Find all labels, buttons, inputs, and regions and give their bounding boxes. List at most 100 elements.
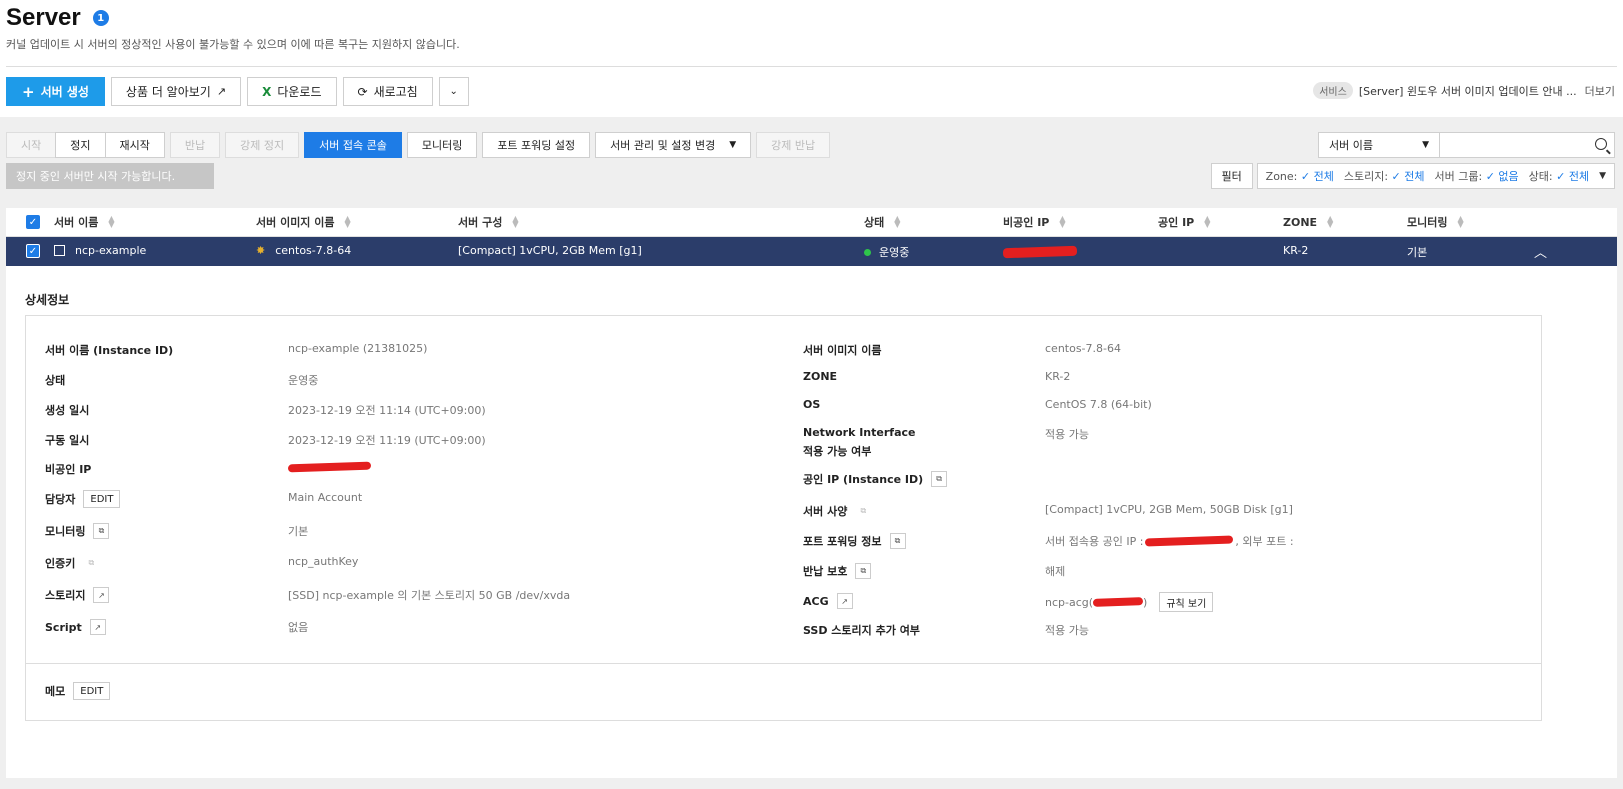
col-header-image[interactable]: 서버 이미지 이름 ▲ ▼ bbox=[256, 214, 351, 230]
view-rules-button[interactable]: 규칙 보기 bbox=[1159, 592, 1214, 612]
col-header-status[interactable]: 상태 ▲ ▼ bbox=[864, 214, 900, 230]
detail-value: [Compact] 1vCPU, 2GB Mem, 50GB Disk [g1] bbox=[1045, 503, 1293, 516]
copy-icon[interactable]: ⧉ bbox=[855, 563, 872, 579]
detail-label: 서버 이름 (Instance ID) bbox=[45, 344, 174, 357]
page-header: Server 1 bbox=[6, 4, 109, 32]
acg-value: ncp-acg( ) 규칙 보기 bbox=[1045, 592, 1214, 612]
sort-icon: ▲ ▼ bbox=[1059, 214, 1066, 229]
divider bbox=[6, 66, 1617, 67]
row-monitoring: 기본 bbox=[1407, 246, 1428, 259]
port-forwarding-value: 서버 접속용 공인 IP : , 외부 포트 : bbox=[1045, 533, 1294, 549]
edit-memo-button[interactable]: EDIT bbox=[73, 682, 111, 700]
col-header-public-ip[interactable]: 공인 IP ▲ ▼ bbox=[1158, 214, 1210, 230]
row-name: ncp-example bbox=[75, 244, 147, 257]
col-header-label: 비공인 IP bbox=[1003, 216, 1050, 229]
sort-icon: ▲ ▼ bbox=[512, 214, 519, 229]
sort-icon: ▲ ▼ bbox=[1327, 214, 1334, 229]
monitoring-button[interactable]: 모니터링 bbox=[406, 132, 478, 158]
service-notice[interactable]: 서비스 [Server] 윈도우 서버 이미지 업데이트 안내 ... 더보기 bbox=[1313, 82, 1615, 99]
active-filters[interactable]: Zone: ✓ 전체 스토리지: ✓ 전체 서버 그룹: ✓ 없음 상태: ✓ … bbox=[1256, 163, 1615, 189]
port-forwarding-row-label: 포트 포워딩 정보 ⧉ bbox=[803, 533, 906, 549]
edit-manager-button[interactable]: EDIT bbox=[83, 490, 121, 508]
start-button[interactable]: 시작 bbox=[6, 132, 57, 158]
manager-row-label: 담당자 EDIT bbox=[45, 489, 121, 509]
page-title: Server bbox=[6, 4, 81, 31]
col-header-private-ip[interactable]: 비공인 IP ▲ ▼ bbox=[1003, 214, 1066, 230]
restart-button[interactable]: 재시작 bbox=[104, 132, 165, 158]
collapse-chevron-icon[interactable]: ︿ bbox=[1534, 242, 1547, 261]
copy-icon[interactable]: ⧉ bbox=[931, 471, 948, 487]
check-icon: ✓ bbox=[1300, 170, 1311, 183]
copy-icon[interactable]: ⧉ bbox=[93, 523, 110, 539]
select-all-checkbox[interactable]: ✓ bbox=[26, 215, 40, 229]
detail-title: 상세정보 bbox=[25, 293, 70, 307]
excel-icon: X bbox=[262, 84, 272, 99]
detail-value: 없음 bbox=[288, 621, 309, 634]
server-manage-dropdown[interactable]: 서버 관리 및 설정 변경 ▼ bbox=[595, 132, 752, 158]
centos-icon: ✸ bbox=[256, 244, 266, 257]
filter-button[interactable]: 필터 bbox=[1210, 163, 1253, 189]
detail-label: 서버 사양 bbox=[803, 505, 848, 518]
notice-text[interactable]: [Server] 윈도우 서버 이미지 업데이트 안내 ... bbox=[1359, 83, 1577, 99]
col-header-name[interactable]: 서버 이름 ▲ ▼ bbox=[54, 214, 114, 230]
row-checkbox[interactable]: ✓ bbox=[26, 244, 40, 258]
detail-label: 담당자 bbox=[45, 493, 76, 506]
detail-value: 2023-12-19 오전 11:14 (UTC+09:00) bbox=[288, 404, 486, 417]
table-row[interactable]: ✓ ncp-example ✸ centos-7.8-64 [Compact] 1… bbox=[6, 237, 1617, 266]
col-header-label: 서버 이름 bbox=[54, 216, 99, 229]
detail-label: ACG bbox=[803, 594, 829, 608]
external-link-icon[interactable]: ↗ bbox=[93, 587, 110, 603]
page-subtitle: 커널 업데이트 시 서버의 정상적인 사용이 불가능할 수 있으며 이에 따른 … bbox=[6, 38, 460, 51]
storage-filter-value: 전체 bbox=[1404, 170, 1425, 183]
storage-filter: 스토리지: ✓ 전체 bbox=[1344, 168, 1425, 184]
server-console-button[interactable]: 서버 접속 콘솔 bbox=[304, 132, 402, 158]
copy-icon[interactable]: ⧉ bbox=[889, 533, 906, 549]
script-row-label: Script ↗ bbox=[45, 619, 106, 635]
sort-icon: ▲ ▼ bbox=[894, 214, 901, 229]
detail-label: ZONE bbox=[803, 370, 838, 383]
zone-filter: Zone: ✓ 전체 bbox=[1266, 168, 1334, 184]
caret-down-icon[interactable]: ▼ bbox=[1599, 171, 1606, 181]
return-button[interactable]: 반납 bbox=[169, 132, 221, 158]
row-zone: KR-2 bbox=[1283, 244, 1309, 257]
status-dot-icon bbox=[864, 248, 871, 256]
action-bar: 시작 정지 재시작 반납 강제 정지 서버 접속 콘솔 모니터링 포트 포워딩 … bbox=[6, 132, 831, 158]
col-header-spec[interactable]: 서버 구성 ▲ ▼ bbox=[458, 214, 518, 230]
col-header-zone[interactable]: ZONE ▲ ▼ bbox=[1283, 214, 1334, 229]
stop-button[interactable]: 정지 bbox=[55, 132, 106, 158]
force-return-button[interactable]: 강제 반납 bbox=[756, 132, 831, 158]
return-protect-row-label: 반납 보호 ⧉ bbox=[803, 563, 872, 579]
sort-icon: ▲ ▼ bbox=[1204, 214, 1211, 229]
col-header-label: 모니터링 bbox=[1407, 216, 1448, 229]
detail-value: Main Account bbox=[288, 491, 363, 504]
redacted-public-ip bbox=[1145, 535, 1234, 547]
force-stop-button[interactable]: 강제 정지 bbox=[225, 132, 300, 158]
download-button[interactable]: X 다운로드 bbox=[247, 77, 337, 106]
port-forwarding-button[interactable]: 포트 포워딩 설정 bbox=[482, 132, 591, 158]
refresh-button[interactable]: ⟳ 새로고침 bbox=[342, 77, 433, 106]
learn-more-button[interactable]: 상품 더 알아보기 ↗ bbox=[110, 77, 242, 106]
detail-label: 스토리지 bbox=[45, 589, 86, 602]
detail-value: 운영중 bbox=[288, 374, 319, 387]
search-field-select[interactable]: 서버 이름 ▼ bbox=[1318, 132, 1440, 158]
detail-value: 해제 bbox=[1045, 565, 1066, 578]
search-input[interactable] bbox=[1440, 132, 1615, 158]
external-link-icon[interactable]: ↗ bbox=[836, 593, 853, 609]
detail-label: Network Interface bbox=[803, 426, 916, 439]
copy-icon[interactable]: ⧉ bbox=[83, 555, 99, 571]
col-header-label: 상태 bbox=[864, 216, 885, 229]
sort-icon: ▲ ▼ bbox=[344, 214, 351, 229]
detail-value: CentOS 7.8 (64-bit) bbox=[1045, 398, 1152, 411]
detail-label: 구동 일시 bbox=[45, 434, 90, 447]
search-icon[interactable] bbox=[1595, 138, 1607, 150]
col-header-monitoring[interactable]: 모니터링 ▲ ▼ bbox=[1407, 214, 1464, 230]
server-icon bbox=[54, 245, 65, 256]
col-header-label: 공인 IP bbox=[1158, 216, 1195, 229]
create-server-button[interactable]: + 서버 생성 bbox=[6, 77, 105, 106]
storage-filter-label: 스토리지: bbox=[1343, 170, 1389, 183]
notice-more-link[interactable]: 더보기 bbox=[1585, 83, 1615, 99]
start-tooltip: 정지 중인 서버만 시작 가능합니다. bbox=[6, 163, 214, 189]
copy-icon[interactable]: ⧉ bbox=[855, 503, 871, 519]
more-dropdown-button[interactable]: ⌄ bbox=[438, 77, 469, 106]
external-link-icon[interactable]: ↗ bbox=[89, 619, 106, 635]
